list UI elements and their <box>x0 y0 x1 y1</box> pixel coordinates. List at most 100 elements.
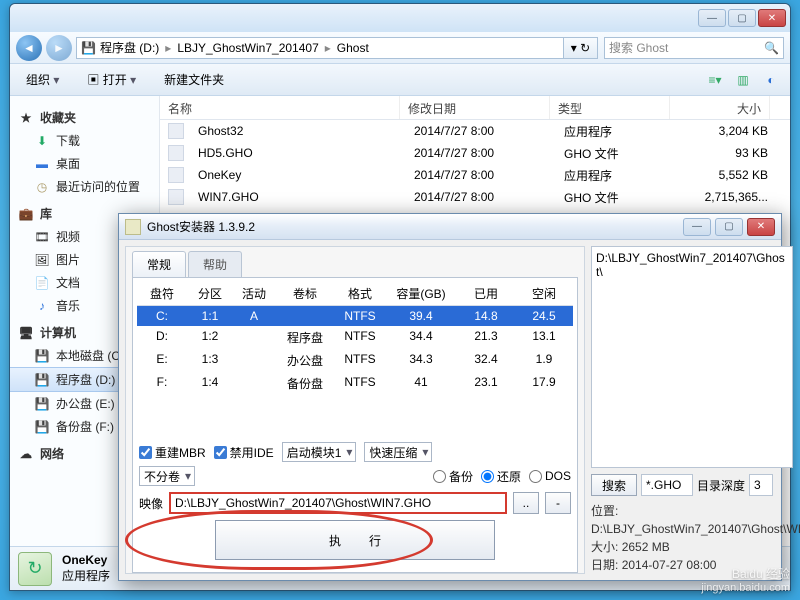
dos-radio[interactable]: DOS <box>529 469 571 483</box>
status-type: 应用程序 <box>62 567 110 584</box>
drive-icon: 💾 <box>34 348 50 364</box>
tab-help[interactable]: 帮助 <box>188 251 242 277</box>
file-row[interactable]: OneKey2014/7/27 8:00应用程序5,552 KB <box>160 164 790 186</box>
partition-row[interactable]: D:1:2程序盘NTFS34.421.313.1 <box>137 326 573 349</box>
document-icon: 📄 <box>34 275 50 291</box>
search-images-button[interactable]: 搜索 <box>591 474 637 496</box>
open-button[interactable]: ▣ 打开 <box>79 68 144 91</box>
col-format: 格式 <box>335 282 385 305</box>
back-button[interactable]: ◄ <box>16 35 42 61</box>
sidebar-item-downloads[interactable]: ⬇下载 <box>10 129 159 152</box>
view-options-button[interactable]: ≡▾ <box>704 70 726 90</box>
minimize-button[interactable]: — <box>698 9 726 27</box>
col-active: 活动 <box>233 282 275 305</box>
watermark: Baidu 经验 jingyan.baidu.com <box>701 565 790 594</box>
depth-input[interactable]: 3 <box>749 474 773 496</box>
close-button[interactable]: ✕ <box>758 9 786 27</box>
dialog-right-pane: D:\LBJY_GhostWin7_201407\Ghost\ 搜索 *.GHO… <box>591 246 793 574</box>
image-path-input[interactable]: D:\LBJY_GhostWin7_201407\Ghost\WIN7.GHO <box>169 492 507 514</box>
column-headers: 名称 修改日期 类型 大小 <box>160 96 790 120</box>
col-partition: 分区 <box>187 282 233 305</box>
boot-module-select[interactable]: 启动模块1 <box>282 442 357 462</box>
crumb-part[interactable]: Ghost <box>333 41 373 55</box>
file-icon <box>168 145 184 161</box>
remove-button[interactable]: - <box>545 492 571 514</box>
sidebar-favorites[interactable]: ★收藏夹 <box>10 106 159 129</box>
col-free: 空闲 <box>515 282 573 305</box>
partition-table: 盘符 分区 活动 卷标 格式 容量(GB) 已用 空闲 C:1:1ANTFS39… <box>137 282 573 395</box>
ghost-icon <box>125 219 141 235</box>
file-icon <box>168 167 184 183</box>
partition-row[interactable]: F:1:4备份盘NTFS4123.117.9 <box>137 372 573 395</box>
compress-select[interactable]: 快速压缩 <box>364 442 432 462</box>
star-icon: ★ <box>18 110 34 126</box>
explorer-navbar: ◄ ► 💾 程序盘 (D:) ▸ LBJY_GhostWin7_201407 ▸… <box>10 32 790 64</box>
drive-icon: 💾 <box>34 372 50 388</box>
explorer-toolbar: 组织 ▣ 打开 新建文件夹 ≡▾ ▥ ◐ <box>10 64 790 96</box>
col-volume: 卷标 <box>275 282 335 305</box>
browse-button[interactable]: .. <box>513 492 539 514</box>
maximize-button[interactable]: ▢ <box>728 9 756 27</box>
dlg-close-button[interactable]: ✕ <box>747 218 775 236</box>
rebuild-mbr-checkbox[interactable]: 重建MBR <box>139 444 206 461</box>
app-icon: ↻ <box>18 552 52 586</box>
file-icon <box>168 123 184 139</box>
network-icon: ☁ <box>18 446 34 462</box>
address-dropdown[interactable]: ▾ ↻ <box>564 37 598 59</box>
col-date[interactable]: 修改日期 <box>400 96 550 119</box>
col-size[interactable]: 大小 <box>670 96 770 119</box>
tab-general[interactable]: 常规 <box>132 251 186 277</box>
partition-row[interactable]: C:1:1ANTFS39.414.824.5 <box>137 306 573 326</box>
crumb-part[interactable]: LBJY_GhostWin7_201407 <box>173 41 322 55</box>
library-icon: 💼 <box>18 206 34 222</box>
image-list[interactable]: D:\LBJY_GhostWin7_201407\Ghost\ <box>591 246 793 468</box>
organize-button[interactable]: 组织 <box>18 68 67 91</box>
extension-input[interactable]: *.GHO <box>641 474 693 496</box>
music-icon: ♪ <box>34 298 50 314</box>
forward-button[interactable]: ► <box>46 35 72 61</box>
desktop-icon: ▬ <box>34 156 50 172</box>
restore-radio[interactable]: 还原 <box>481 468 521 485</box>
video-icon: 🎞 <box>34 229 50 245</box>
download-icon: ⬇ <box>34 133 50 149</box>
dialog-titlebar: Ghost安装器 1.3.9.2 — ▢ ✕ <box>119 214 781 240</box>
chevron-right-icon: ▸ <box>323 41 333 55</box>
computer-icon: 🖥 <box>18 325 34 341</box>
backup-radio[interactable]: 备份 <box>433 468 473 485</box>
sidebar-item-desktop[interactable]: ▬桌面 <box>10 152 159 175</box>
explorer-titlebar: — ▢ ✕ <box>10 4 790 32</box>
help-button[interactable]: ◐ <box>760 70 782 90</box>
split-select[interactable]: 不分卷 <box>139 466 195 486</box>
ghost-dialog: Ghost安装器 1.3.9.2 — ▢ ✕ 常规 帮助 盘符 分区 活动 卷标… <box>118 213 782 581</box>
dlg-maximize-button[interactable]: ▢ <box>715 218 743 236</box>
preview-pane-button[interactable]: ▥ <box>732 70 754 90</box>
file-icon <box>168 189 184 205</box>
file-row[interactable]: WIN7.GHO2014/7/27 8:00GHO 文件2,715,365... <box>160 186 790 208</box>
search-icon: 🔍 <box>764 41 779 55</box>
drive-icon: 💾 <box>34 396 50 412</box>
col-name[interactable]: 名称 <box>160 96 400 119</box>
dialog-title: Ghost安装器 1.3.9.2 <box>147 218 255 235</box>
col-used: 已用 <box>457 282 515 305</box>
recent-icon: ◷ <box>34 179 50 195</box>
col-type[interactable]: 类型 <box>550 96 670 119</box>
execute-button[interactable]: 执行 <box>215 520 495 560</box>
new-folder-button[interactable]: 新建文件夹 <box>156 68 232 91</box>
file-row[interactable]: Ghost322014/7/27 8:00应用程序3,204 KB <box>160 120 790 142</box>
depth-label: 目录深度 <box>697 477 745 494</box>
partition-row[interactable]: E:1:3办公盘NTFS34.332.41.9 <box>137 349 573 372</box>
image-label: 映像 <box>139 495 163 512</box>
file-row[interactable]: HD5.GHO2014/7/27 8:00GHO 文件93 KB <box>160 142 790 164</box>
crumb-part[interactable]: 程序盘 (D:) <box>96 39 163 56</box>
sidebar-item-recent[interactable]: ◷最近访问的位置 <box>10 175 159 198</box>
status-name: OneKey <box>62 553 107 567</box>
disable-ide-checkbox[interactable]: 禁用IDE <box>214 444 274 461</box>
dlg-minimize-button[interactable]: — <box>683 218 711 236</box>
col-drive: 盘符 <box>137 282 187 305</box>
search-input[interactable]: 搜索 Ghost 🔍 <box>604 37 784 59</box>
drive-icon: 💾 <box>81 41 96 55</box>
image-info: 位置: D:\LBJY_GhostWin7_201407\Ghost\WI 大小… <box>591 502 793 574</box>
address-bar[interactable]: 💾 程序盘 (D:) ▸ LBJY_GhostWin7_201407 ▸ Gho… <box>76 37 564 59</box>
search-placeholder: 搜索 Ghost <box>609 39 668 56</box>
col-capacity: 容量(GB) <box>385 282 457 305</box>
